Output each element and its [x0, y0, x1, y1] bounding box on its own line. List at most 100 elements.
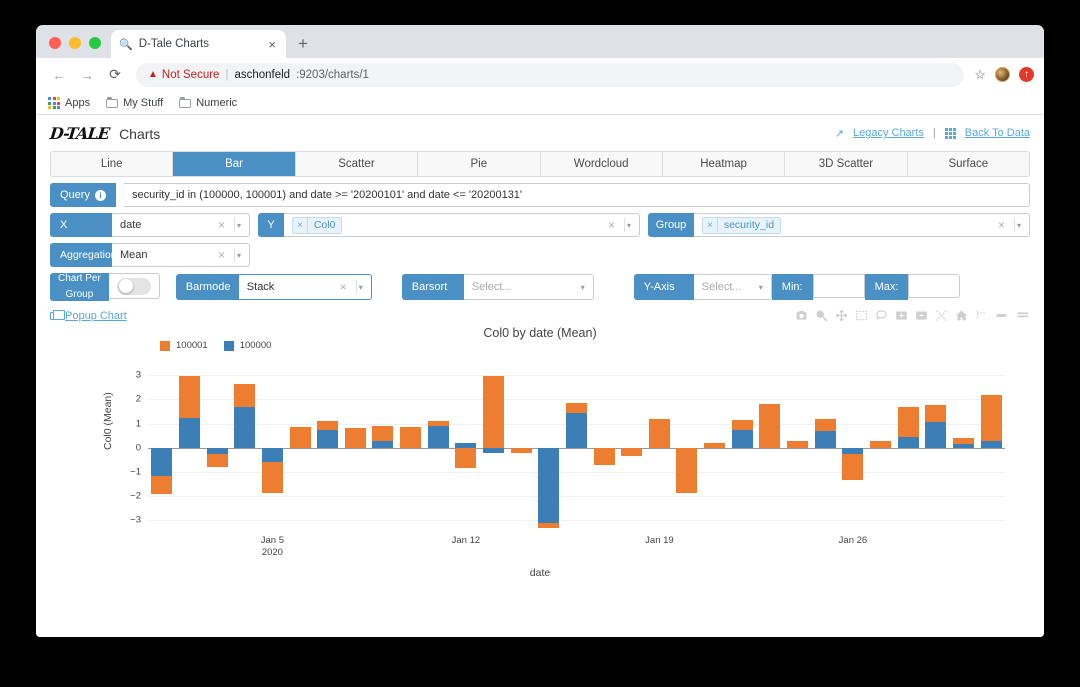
- bar-group[interactable]: [728, 368, 756, 530]
- tab-wordcloud[interactable]: Wordcloud: [541, 152, 663, 176]
- bar-segment-100001[interactable]: [815, 419, 836, 431]
- bar-segment-100001[interactable]: [151, 476, 172, 494]
- bar-group[interactable]: [314, 368, 342, 530]
- clear-icon[interactable]: ×: [601, 218, 622, 232]
- bar-segment-100001[interactable]: [759, 404, 780, 448]
- reset-axes-home-icon[interactable]: [955, 309, 968, 322]
- bar-segment-100001[interactable]: [870, 441, 891, 448]
- bar-segment-100000[interactable]: [981, 441, 1002, 448]
- bar-group[interactable]: [231, 368, 259, 530]
- remove-icon[interactable]: ×: [703, 218, 718, 233]
- bar-segment-100001[interactable]: [483, 376, 504, 447]
- y-pill-col0[interactable]: × Col0: [292, 217, 342, 234]
- bar-segment-100001[interactable]: [842, 454, 863, 481]
- bar-segment-100001[interactable]: [511, 448, 532, 453]
- show-closest-data-icon[interactable]: [995, 309, 1009, 322]
- bar-group[interactable]: [535, 368, 563, 530]
- query-input[interactable]: security_id in (100000, 100001) and date…: [124, 183, 1030, 207]
- bar-group[interactable]: [286, 368, 314, 530]
- bar-segment-100001[interactable]: [787, 441, 808, 448]
- bar-group[interactable]: [922, 368, 950, 530]
- bar-segment-100000[interactable]: [179, 418, 200, 448]
- chevron-down-icon[interactable]: ▾: [1017, 221, 1021, 230]
- bar-group[interactable]: [259, 368, 287, 530]
- bar-segment-100001[interactable]: [981, 395, 1002, 441]
- x-select[interactable]: date × ▾: [112, 213, 250, 237]
- bar-group[interactable]: [397, 368, 425, 530]
- info-icon[interactable]: i: [95, 190, 106, 201]
- chevron-down-icon[interactable]: ▾: [237, 251, 241, 260]
- bar-group[interactable]: [618, 368, 646, 530]
- bar-segment-100001[interactable]: [428, 421, 449, 426]
- bar-segment-100000[interactable]: [372, 441, 393, 448]
- tab-3d-scatter[interactable]: 3D Scatter: [785, 152, 907, 176]
- autoscale-icon[interactable]: [935, 309, 948, 322]
- bar-group[interactable]: [590, 368, 618, 530]
- toggle-spike-lines-icon[interactable]: [975, 309, 988, 322]
- bar-segment-100001[interactable]: [953, 438, 974, 444]
- bar-group[interactable]: [452, 368, 480, 530]
- bar-group[interactable]: [867, 368, 895, 530]
- avatar[interactable]: [995, 67, 1010, 82]
- bar-group[interactable]: [646, 368, 674, 530]
- bar-segment-100000[interactable]: [898, 437, 919, 448]
- bar-group[interactable]: [701, 368, 729, 530]
- tab-heatmap[interactable]: Heatmap: [663, 152, 785, 176]
- bar-group[interactable]: [811, 368, 839, 530]
- bar-group[interactable]: [673, 368, 701, 530]
- bar-segment-100001[interactable]: [234, 384, 255, 407]
- bar-segment-100001[interactable]: [372, 426, 393, 441]
- lasso-select-icon[interactable]: [875, 309, 888, 322]
- bar-group[interactable]: [784, 368, 812, 530]
- bar-segment-100001[interactable]: [317, 421, 338, 429]
- back-to-data-link[interactable]: Back To Data: [965, 127, 1030, 139]
- barmode-select[interactable]: Stack × ▾: [238, 274, 372, 300]
- bar-group[interactable]: [203, 368, 231, 530]
- chevron-down-icon[interactable]: ▾: [237, 221, 241, 230]
- bar-segment-100000[interactable]: [317, 430, 338, 448]
- chart-per-group-toggle[interactable]: [117, 278, 151, 295]
- bar-segment-100000[interactable]: [566, 413, 587, 448]
- aggregation-select[interactable]: Mean × ▾: [112, 243, 250, 267]
- chevron-down-icon[interactable]: ▾: [759, 283, 763, 292]
- compare-data-icon[interactable]: [1016, 309, 1030, 322]
- address-bar[interactable]: ▲ Not Secure | aschonfeld:9203/charts/1: [136, 63, 964, 87]
- bar-group[interactable]: [424, 368, 452, 530]
- bar-segment-100001[interactable]: [290, 427, 311, 448]
- bookmark-numeric[interactable]: Numeric: [179, 97, 237, 109]
- bar-group[interactable]: [369, 368, 397, 530]
- reload-icon[interactable]: ⟳: [102, 62, 128, 88]
- bar-segment-100000[interactable]: [732, 430, 753, 448]
- pan-icon[interactable]: [835, 309, 848, 322]
- download-camera-icon[interactable]: [795, 309, 808, 322]
- bar-group[interactable]: [341, 368, 369, 530]
- bar-group[interactable]: [563, 368, 591, 530]
- bar-segment-100000[interactable]: [428, 426, 449, 448]
- bookmark-apps[interactable]: Apps: [48, 97, 90, 109]
- bar-group[interactable]: [950, 368, 978, 530]
- clear-icon[interactable]: ×: [991, 218, 1012, 232]
- bar-group[interactable]: [756, 368, 784, 530]
- legend-item-100000[interactable]: 100000: [224, 340, 272, 351]
- tab-scatter[interactable]: Scatter: [296, 152, 418, 176]
- minimize-window-button[interactable]: [69, 37, 81, 49]
- bookmark-my-stuff[interactable]: My Stuff: [106, 97, 163, 109]
- tab-surface[interactable]: Surface: [908, 152, 1029, 176]
- clear-icon[interactable]: ×: [211, 218, 232, 232]
- bar-group[interactable]: [480, 368, 508, 530]
- bar-segment-100000[interactable]: [538, 448, 559, 523]
- legend-item-100001[interactable]: 100001: [160, 340, 208, 351]
- bar-segment-100001[interactable]: [732, 420, 753, 430]
- group-pill-security-id[interactable]: × security_id: [702, 217, 781, 234]
- bar-segment-100000[interactable]: [234, 407, 255, 448]
- not-secure-badge[interactable]: ▲ Not Secure: [148, 69, 219, 81]
- tab-bar[interactable]: Bar: [173, 152, 295, 176]
- box-select-icon[interactable]: [855, 309, 868, 322]
- bar-segment-100001[interactable]: [898, 407, 919, 437]
- zoom-icon[interactable]: [815, 309, 828, 322]
- barsort-select[interactable]: Select... ▾: [464, 274, 594, 300]
- bar-segment-100001[interactable]: [594, 448, 615, 465]
- bar-group[interactable]: [839, 368, 867, 530]
- bar-group[interactable]: [176, 368, 204, 530]
- bar-segment-100000[interactable]: [925, 422, 946, 447]
